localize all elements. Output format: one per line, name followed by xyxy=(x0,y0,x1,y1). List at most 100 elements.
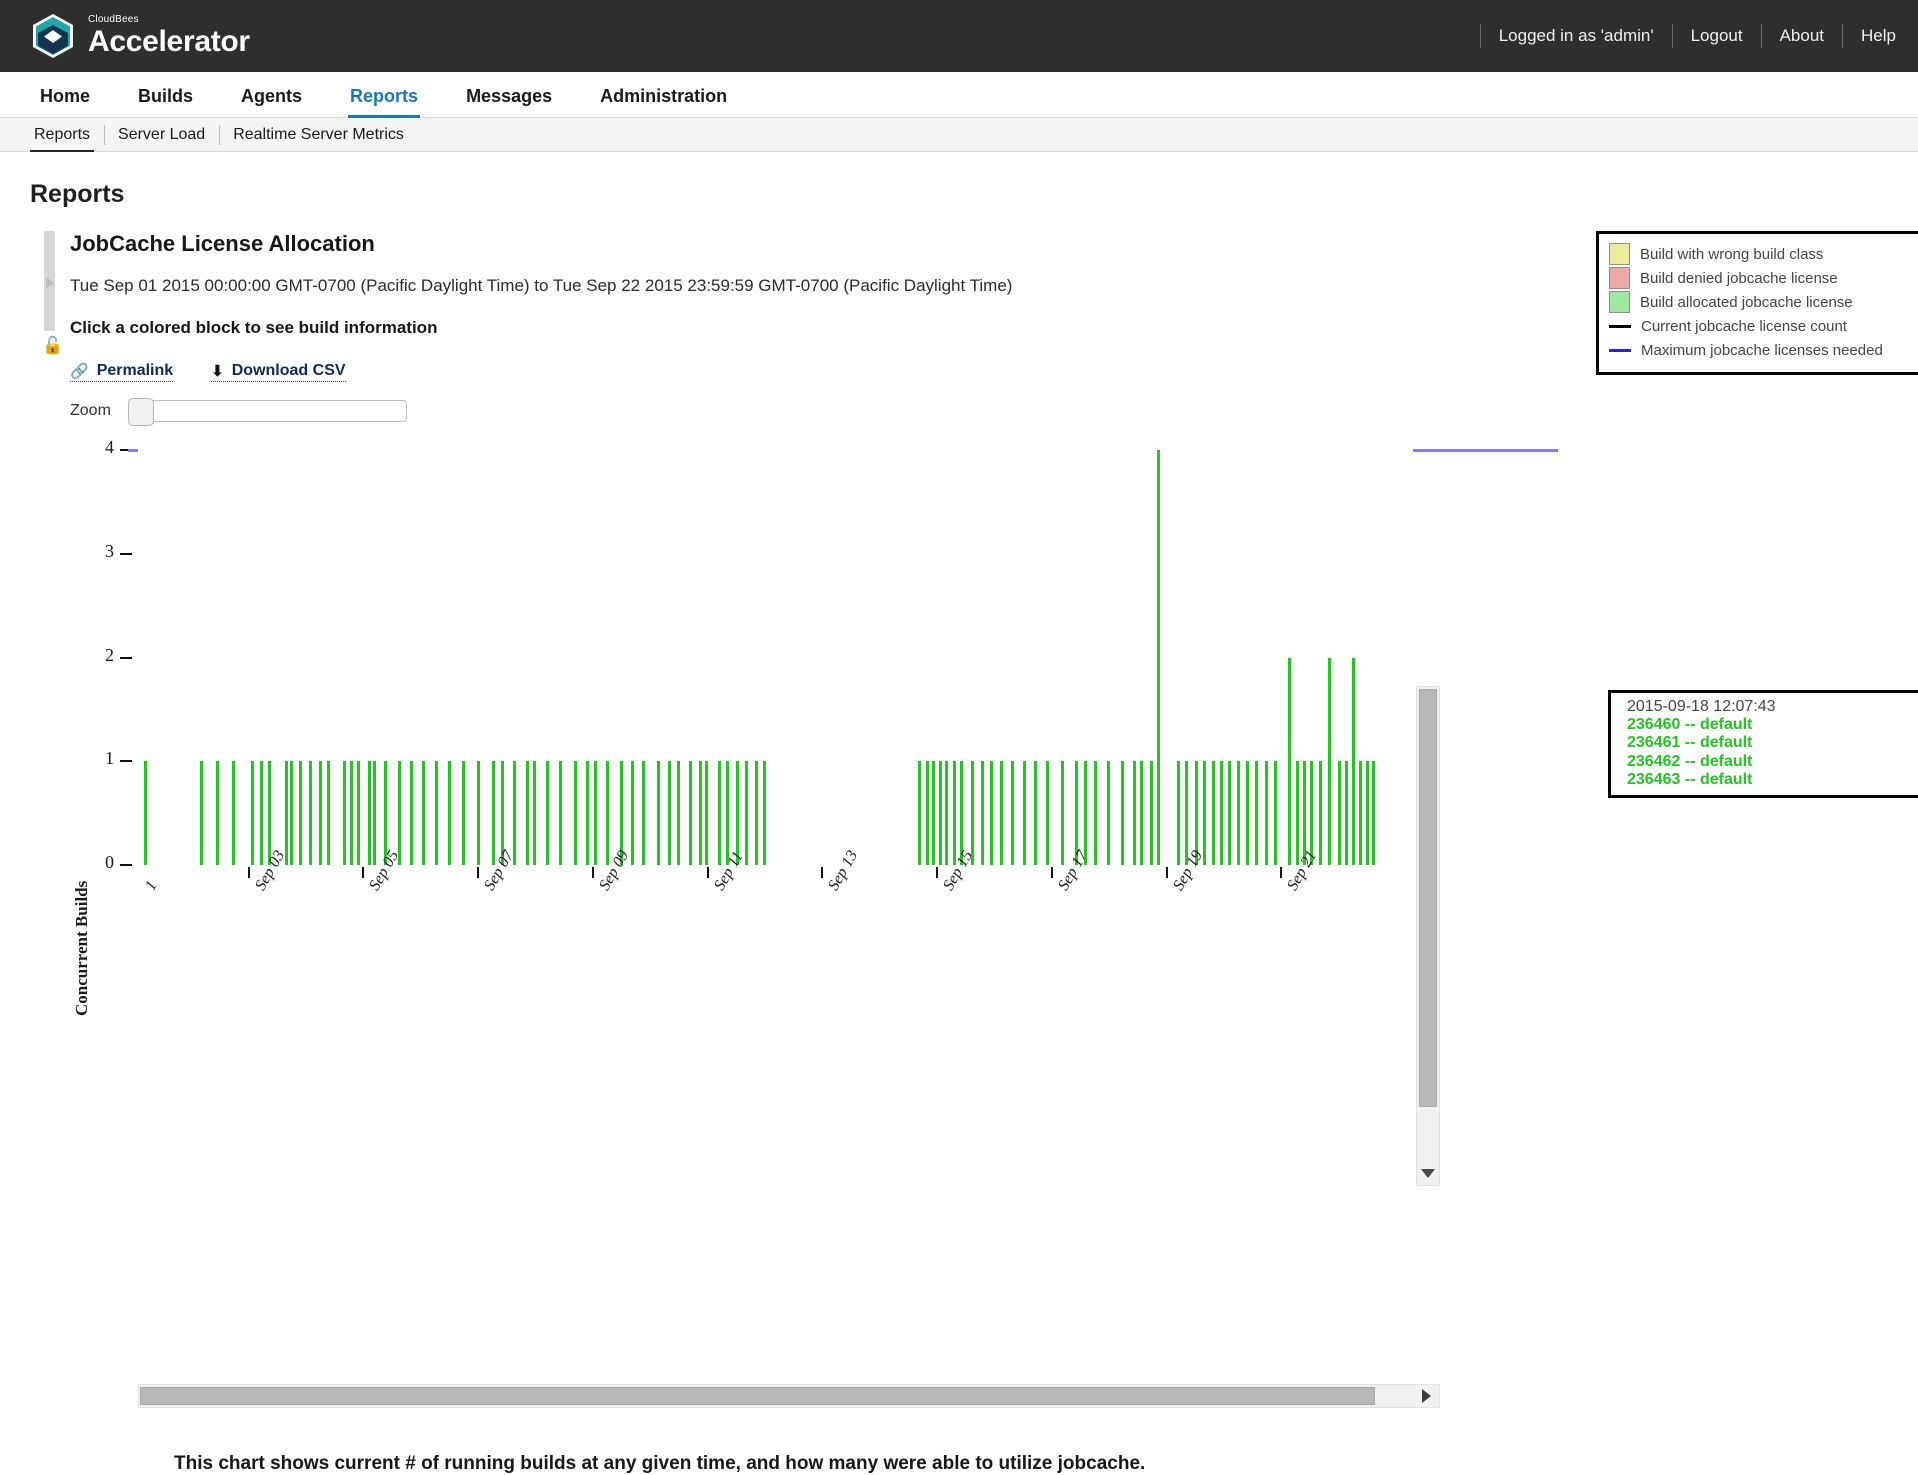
nav-item-agents[interactable]: Agents xyxy=(217,86,326,117)
chart-bar[interactable] xyxy=(398,761,402,865)
unlock-icon[interactable]: 🔓 xyxy=(42,336,63,356)
download-csv-button[interactable]: ⬇ Download CSV xyxy=(211,362,346,382)
tooltip-build-0[interactable]: 236460 -- default xyxy=(1627,716,1918,734)
chart-bar[interactable] xyxy=(298,761,302,865)
chart-bar[interactable] xyxy=(1034,761,1038,865)
chart-bar[interactable] xyxy=(1288,657,1292,865)
chart-bar[interactable] xyxy=(699,761,702,865)
chart-bar[interactable] xyxy=(1045,761,1049,865)
scroll-down-button[interactable] xyxy=(1417,1161,1439,1185)
chart-bar[interactable] xyxy=(641,761,645,865)
chart-bar[interactable] xyxy=(1084,761,1088,865)
tooltip-build-1[interactable]: 236461 -- default xyxy=(1627,734,1918,752)
tooltip-build-2[interactable]: 236462 -- default xyxy=(1627,753,1918,771)
chart-bar[interactable] xyxy=(1318,761,1322,865)
chart-bar[interactable] xyxy=(918,761,922,865)
chart-bar[interactable] xyxy=(1327,657,1331,865)
chart-bar[interactable] xyxy=(1337,761,1341,865)
chart-bar[interactable] xyxy=(1351,657,1355,865)
chart-bar[interactable] xyxy=(409,761,413,865)
chart-bar[interactable] xyxy=(762,761,766,865)
chart-bar[interactable] xyxy=(492,761,496,865)
chart-bar[interactable] xyxy=(533,761,537,865)
chart-bar[interactable] xyxy=(688,761,692,865)
chart-bar[interactable] xyxy=(938,761,942,865)
chart-bar[interactable] xyxy=(1140,761,1144,865)
help-link[interactable]: Help xyxy=(1861,26,1896,46)
chart-bar[interactable] xyxy=(447,761,451,865)
chart-bar[interactable] xyxy=(215,761,219,865)
chart-bar[interactable] xyxy=(1265,761,1269,865)
chart-bar[interactable] xyxy=(735,761,739,865)
chart-bar[interactable] xyxy=(268,761,272,865)
chart-bar[interactable] xyxy=(1345,761,1349,865)
chart-bar[interactable] xyxy=(932,761,936,865)
chart-bar[interactable] xyxy=(725,761,729,865)
chart-bar[interactable] xyxy=(952,761,956,865)
chevron-right-icon[interactable] xyxy=(46,277,54,289)
zoom-slider-track[interactable] xyxy=(127,398,407,426)
chart-bar[interactable] xyxy=(372,761,376,865)
chart-bar[interactable] xyxy=(357,761,361,865)
chart-bar[interactable] xyxy=(668,761,672,865)
chart-bar[interactable] xyxy=(326,761,330,865)
chart-bar[interactable] xyxy=(1237,761,1241,865)
chart-bar[interactable] xyxy=(232,761,236,865)
chart-bar[interactable] xyxy=(1150,761,1154,865)
subnav-item-server-load[interactable]: Server Load xyxy=(104,118,219,152)
chart-horizontal-scrollbar[interactable] xyxy=(138,1384,1440,1408)
chart-bar[interactable] xyxy=(585,761,589,865)
chart-bar[interactable] xyxy=(1254,761,1258,865)
chart-bar[interactable] xyxy=(1202,761,1206,865)
chart-bar[interactable] xyxy=(1245,761,1249,865)
chart-bar[interactable] xyxy=(422,761,426,865)
nav-item-reports[interactable]: Reports xyxy=(326,86,442,118)
chart-bar[interactable] xyxy=(1061,761,1065,865)
chart-bar[interactable] xyxy=(1094,761,1098,865)
chart-bar[interactable] xyxy=(1365,761,1369,865)
chart-bar[interactable] xyxy=(605,761,609,865)
horizontal-scrollbar-thumb[interactable] xyxy=(140,1387,1375,1405)
chart-bar[interactable] xyxy=(677,761,681,865)
chart-bar[interactable] xyxy=(1359,761,1363,865)
chart-bar[interactable] xyxy=(945,761,949,865)
chart-bar[interactable] xyxy=(656,761,660,865)
chart-bar[interactable] xyxy=(999,761,1003,865)
chart-bar[interactable] xyxy=(1184,761,1188,865)
chart-bar[interactable] xyxy=(251,761,255,865)
chart-bar[interactable] xyxy=(319,761,323,865)
chart-bar[interactable] xyxy=(744,761,748,865)
nav-item-messages[interactable]: Messages xyxy=(442,86,576,117)
tooltip-build-3[interactable]: 236463 -- default xyxy=(1627,771,1918,789)
chart-bar[interactable] xyxy=(574,761,578,865)
chart-bar[interactable] xyxy=(461,761,465,865)
chart-bar[interactable] xyxy=(631,761,635,865)
nav-item-builds[interactable]: Builds xyxy=(114,86,217,117)
chart-bar[interactable] xyxy=(1372,761,1376,865)
chart-bar[interactable] xyxy=(144,761,148,865)
chart-bar[interactable] xyxy=(260,761,264,865)
chart-bar[interactable] xyxy=(1295,761,1299,865)
chart-bar[interactable] xyxy=(1211,761,1215,865)
chart-bar[interactable] xyxy=(594,761,598,865)
chart-bar[interactable] xyxy=(435,761,439,865)
chart-bar[interactable] xyxy=(343,761,347,865)
nav-item-administration[interactable]: Administration xyxy=(576,86,751,117)
chart-bar[interactable] xyxy=(525,761,529,865)
nav-item-home[interactable]: Home xyxy=(16,86,114,117)
chart-bar[interactable] xyxy=(1220,761,1224,865)
chart-bar[interactable] xyxy=(1132,761,1136,865)
chart-bar[interactable] xyxy=(1177,761,1181,865)
subnav-item-reports[interactable]: Reports xyxy=(20,118,104,152)
chart-bar[interactable] xyxy=(1022,761,1026,865)
chart-bar[interactable] xyxy=(349,761,353,865)
chart-bar[interactable] xyxy=(1156,450,1160,865)
brand-logo[interactable]: CloudBees Accelerator xyxy=(30,12,250,60)
chart-bar[interactable] xyxy=(200,761,204,865)
subnav-item-realtime-server-metrics[interactable]: Realtime Server Metrics xyxy=(219,118,418,152)
chart-bar[interactable] xyxy=(558,761,562,865)
chart-bar[interactable] xyxy=(1274,761,1278,865)
chart-bar[interactable] xyxy=(546,761,549,865)
zoom-slider-thumb[interactable] xyxy=(127,398,154,426)
chart-bar[interactable] xyxy=(705,761,709,865)
